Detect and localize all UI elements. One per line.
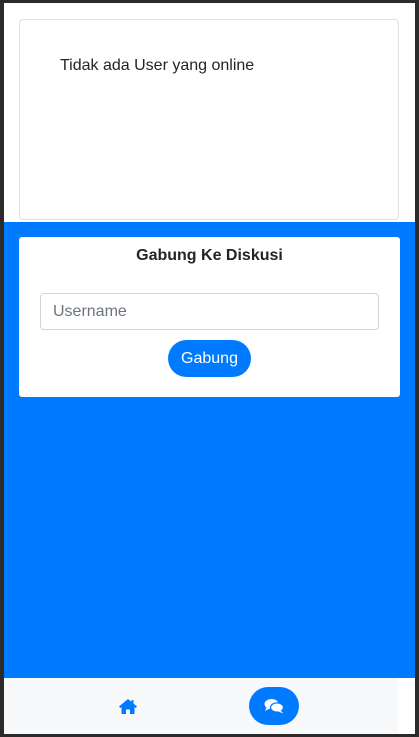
no-online-users-message: Tidak ada User yang online (60, 57, 255, 74)
online-users-section: Tidak ada User yang online (4, 3, 415, 222)
app-frame: Tidak ada User yang online Gabung Ke Dis… (0, 0, 419, 737)
online-users-card: Tidak ada User yang online (19, 19, 399, 220)
join-section: Gabung Ke Diskusi Gabung (4, 222, 415, 678)
join-discussion-card: Gabung Ke Diskusi Gabung (19, 237, 400, 397)
home-icon (119, 698, 137, 714)
comments-icon (264, 699, 284, 714)
nav-discussion-button[interactable] (249, 687, 299, 725)
nav-home-button[interactable] (114, 694, 142, 718)
nav-edge-gap (398, 678, 415, 734)
username-input[interactable] (40, 293, 379, 330)
join-button[interactable]: Gabung (168, 340, 251, 377)
join-discussion-title: Gabung Ke Diskusi (136, 247, 283, 264)
bottom-navigation (4, 678, 398, 734)
